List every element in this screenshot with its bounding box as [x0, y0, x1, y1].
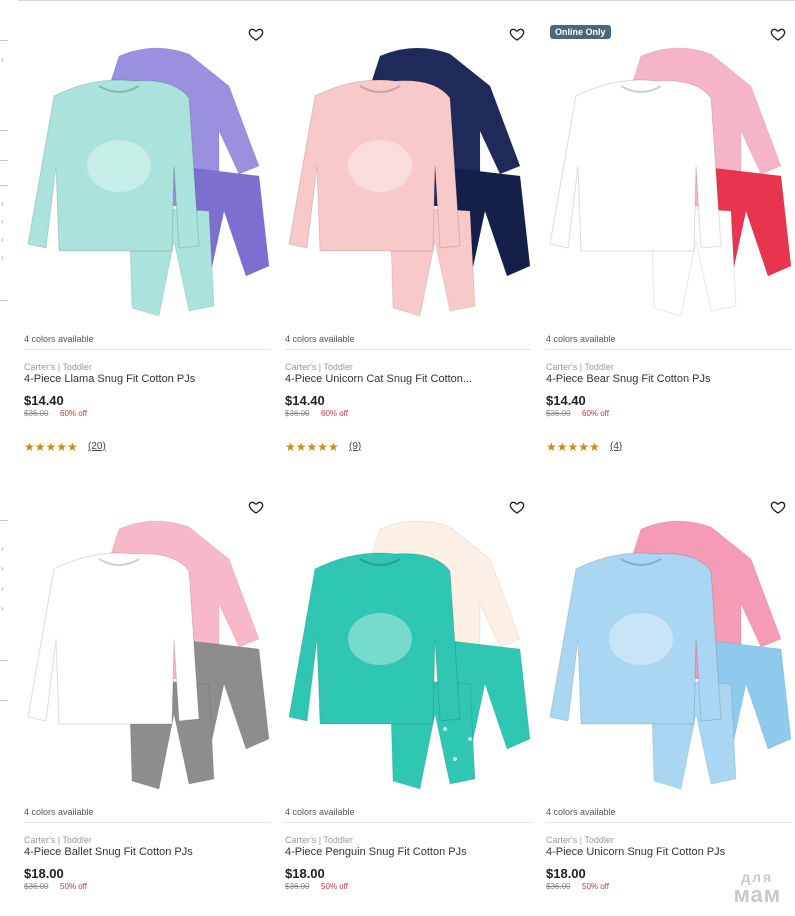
heart-icon[interactable] — [509, 26, 527, 44]
product-image[interactable] — [285, 16, 531, 326]
product-image[interactable] — [24, 489, 270, 799]
sale-price: $18.00 — [24, 866, 64, 881]
online-only-badge: Online Only — [550, 25, 611, 39]
brand-label: Carter's | Toddler — [285, 362, 353, 372]
star-rating: ★★★★★ — [285, 440, 339, 454]
rail-tick — [0, 700, 8, 701]
chevron-icon[interactable]: › — [1, 254, 4, 262]
brand-label: Carter's | Toddler — [24, 362, 92, 372]
original-price: $36.00 — [285, 409, 310, 418]
chevron-icon[interactable]: › — [1, 218, 4, 226]
top-divider — [18, 0, 795, 1]
card-divider — [285, 349, 531, 350]
product-title-link[interactable]: 4-Piece Penguin Snug Fit Cotton PJs — [285, 846, 531, 858]
heart-icon[interactable] — [248, 26, 266, 44]
product-image[interactable] — [546, 489, 792, 799]
colors-available[interactable]: 4 colors available — [546, 334, 616, 344]
product-image[interactable] — [546, 16, 792, 326]
card-divider — [24, 349, 270, 350]
chevron-icon[interactable]: › — [1, 585, 4, 593]
discount-label: 50% off — [321, 882, 348, 891]
rail-tick — [0, 40, 8, 41]
brand-label: Carter's | Toddler — [24, 835, 92, 845]
rail-tick — [0, 520, 8, 521]
chevron-icon[interactable]: › — [1, 56, 4, 64]
product-card[interactable]: 4 colors available Carter's | Toddler 4-… — [285, 489, 531, 916]
review-count-link[interactable]: (20) — [88, 441, 106, 452]
sale-price: $14.40 — [285, 393, 325, 408]
brand-label: Carter's | Toddler — [546, 835, 614, 845]
card-divider — [546, 349, 792, 350]
sale-price: $18.00 — [285, 866, 325, 881]
card-divider — [546, 822, 792, 823]
original-price: $36.00 — [546, 409, 571, 418]
review-count-link[interactable]: (4) — [610, 441, 622, 452]
star-rating: ★★★★★ — [546, 440, 600, 454]
original-price: $36.00 — [24, 409, 49, 418]
colors-available[interactable]: 4 colors available — [285, 807, 355, 817]
discount-label: 60% off — [60, 409, 87, 418]
heart-icon[interactable] — [770, 499, 788, 517]
product-card[interactable]: 4 colors available Carter's | Toddler 4-… — [24, 16, 270, 476]
original-price: $36.00 — [546, 882, 571, 891]
rail-tick — [0, 130, 8, 131]
discount-label: 50% off — [60, 882, 87, 891]
left-filter-rail: › › › › › › › › › — [0, 0, 12, 916]
colors-available[interactable]: 4 colors available — [285, 334, 355, 344]
star-rating: ★★★★★ — [24, 440, 78, 454]
product-card[interactable]: 4 colors available Carter's | Toddler 4-… — [24, 489, 270, 916]
rail-tick — [0, 185, 8, 186]
card-divider — [24, 822, 270, 823]
colors-available[interactable]: 4 colors available — [24, 334, 94, 344]
colors-available[interactable]: 4 colors available — [24, 807, 94, 817]
discount-label: 60% off — [582, 409, 609, 418]
chevron-icon[interactable]: › — [1, 565, 4, 573]
chevron-icon[interactable]: › — [1, 236, 4, 244]
original-price: $36.00 — [24, 882, 49, 891]
chevron-icon[interactable]: › — [1, 605, 4, 613]
brand-label: Carter's | Toddler — [285, 835, 353, 845]
discount-label: 60% off — [321, 409, 348, 418]
watermark-line-2: мам — [733, 882, 781, 907]
watermark-logo: для мам — [733, 868, 782, 907]
card-divider — [285, 822, 531, 823]
sale-price: $18.00 — [546, 866, 586, 881]
rail-tick — [0, 160, 8, 161]
product-card[interactable]: Online Only 4 colors available Carter's … — [546, 16, 792, 476]
discount-label: 50% off — [582, 882, 609, 891]
rail-tick — [0, 300, 8, 301]
product-title-link[interactable]: 4-Piece Llama Snug Fit Cotton PJs — [24, 373, 270, 385]
chevron-icon[interactable]: › — [1, 545, 4, 553]
product-image[interactable] — [285, 489, 531, 799]
product-card[interactable]: 4 colors available Carter's | Toddler 4-… — [285, 16, 531, 476]
sale-price: $14.40 — [24, 393, 64, 408]
chevron-icon[interactable]: › — [1, 200, 4, 208]
heart-icon[interactable] — [509, 499, 527, 517]
rail-tick — [0, 660, 8, 661]
heart-icon[interactable] — [770, 26, 788, 44]
product-title-link[interactable]: 4-Piece Ballet Snug Fit Cotton PJs — [24, 846, 270, 858]
product-title-link[interactable]: 4-Piece Bear Snug Fit Cotton PJs — [546, 373, 792, 385]
original-price: $36.00 — [285, 882, 310, 891]
product-title-link[interactable]: 4-Piece Unicorn Cat Snug Fit Cotton... — [285, 373, 531, 385]
product-image[interactable] — [24, 16, 270, 326]
heart-icon[interactable] — [248, 499, 266, 517]
brand-label: Carter's | Toddler — [546, 362, 614, 372]
sale-price: $14.40 — [546, 393, 586, 408]
review-count-link[interactable]: (9) — [349, 441, 361, 452]
colors-available[interactable]: 4 colors available — [546, 807, 616, 817]
product-title-link[interactable]: 4-Piece Unicorn Snug Fit Cotton PJs — [546, 846, 792, 858]
product-card[interactable]: 4 colors available Carter's | Toddler 4-… — [546, 489, 792, 916]
